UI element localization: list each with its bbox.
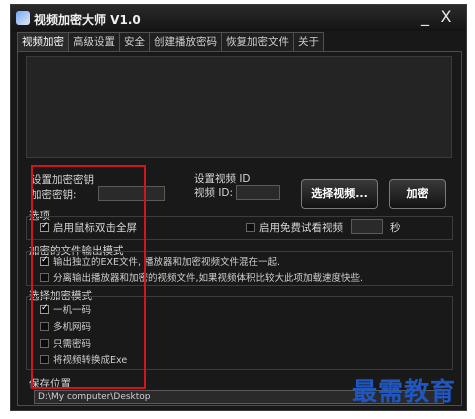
tab-about[interactable]: 关于 <box>293 32 324 51</box>
output-exe-checkbox[interactable] <box>40 255 49 266</box>
seconds-unit-label: 秒 <box>390 222 401 234</box>
multi-machine-code-label: 多机网码 <box>53 322 92 333</box>
encryption-key-input[interactable] <box>98 186 165 201</box>
convert-to-exe-checkbox[interactable] <box>40 355 49 364</box>
select-video-button[interactable]: 选择视频... <box>301 179 378 209</box>
fullscreen-checkbox[interactable] <box>40 221 49 232</box>
title-bar: 视频加密大师 V1.0 _ X <box>11 5 466 31</box>
tab-advanced-settings[interactable]: 高级设置 <box>68 32 120 51</box>
minimize-button[interactable]: _ <box>416 8 434 26</box>
tab-create-play-password[interactable]: 创建播放密码 <box>149 32 222 51</box>
output-exe-label: 输出独立的EXE文件, 播放器和加密视频文件混在一起. <box>53 257 281 268</box>
tab-security[interactable]: 安全 <box>119 32 150 51</box>
encryption-key-group-title: 设置加密密钥 <box>31 174 94 186</box>
one-machine-one-code-label: 一机一码 <box>53 305 92 316</box>
tab-video-encrypt[interactable]: 视频加密 <box>17 32 69 51</box>
password-only-checkbox[interactable] <box>40 339 49 348</box>
one-machine-one-code-checkbox[interactable] <box>40 303 49 314</box>
encryption-key-label: 加密密钥: <box>31 189 77 201</box>
output-separate-label: 分离输出播放器和加密的视频文件,如果视频体积比较大此项加载速度快些. <box>53 273 364 284</box>
close-button[interactable]: X <box>437 8 455 26</box>
video-preview-area <box>26 56 452 158</box>
video-id-label: 视频 ID: <box>194 187 234 199</box>
tab-restore-encrypted-file[interactable]: 恢复加密文件 <box>221 32 294 51</box>
watermark-text: 最需教育 <box>352 377 457 406</box>
free-trial-label: 启用免费试看视频 <box>259 222 343 234</box>
window-title: 视频加密大师 V1.0 <box>34 13 141 27</box>
app-window: 视频加密大师 V1.0 _ X 视频加密 高级设置 安全 创建播放密码 恢复加密… <box>10 4 467 411</box>
trial-seconds-input[interactable] <box>351 219 383 234</box>
video-id-input[interactable] <box>236 185 280 200</box>
convert-to-exe-label: 将视频转换成Exe <box>53 355 128 366</box>
save-location-title: 保存位置 <box>29 378 71 390</box>
app-icon <box>16 11 30 25</box>
multi-machine-code-checkbox[interactable] <box>40 322 49 331</box>
fullscreen-label: 启用鼠标双击全屏 <box>53 222 137 234</box>
password-only-label: 只需密码 <box>53 339 92 350</box>
encrypt-button[interactable]: 加密 <box>389 179 446 209</box>
video-id-group-title: 设置视频 ID <box>194 173 251 185</box>
tab-bar: 视频加密 高级设置 安全 创建播放密码 恢复加密文件 关于 <box>17 32 324 51</box>
main-panel: 设置加密密钥 加密密钥: 设置视频 ID 视频 ID: 选择视频... 加密 选… <box>17 51 462 406</box>
free-trial-checkbox[interactable] <box>246 223 255 232</box>
output-separate-checkbox[interactable] <box>40 273 49 282</box>
